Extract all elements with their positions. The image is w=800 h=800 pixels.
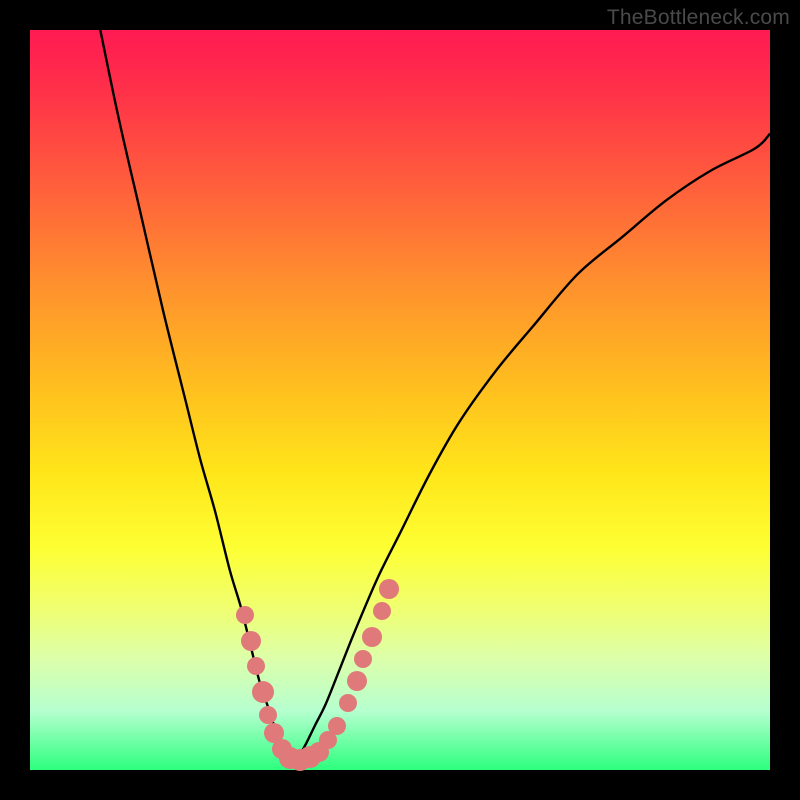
highlight-marker xyxy=(328,717,346,735)
curve-left-branch xyxy=(100,30,294,761)
highlight-marker xyxy=(379,579,399,599)
highlight-marker xyxy=(347,671,367,691)
curve-svg xyxy=(30,30,770,770)
plot-area xyxy=(30,30,770,770)
highlight-marker xyxy=(236,606,254,624)
highlight-marker xyxy=(373,602,391,620)
highlight-marker xyxy=(247,657,265,675)
highlight-marker xyxy=(259,706,277,724)
highlight-marker xyxy=(241,631,261,651)
highlight-marker xyxy=(362,627,382,647)
highlight-marker xyxy=(252,681,274,703)
watermark-text: TheBottleneck.com xyxy=(607,6,790,30)
highlight-marker xyxy=(354,650,372,668)
highlight-marker xyxy=(339,694,357,712)
chart-frame: TheBottleneck.com xyxy=(0,0,800,800)
